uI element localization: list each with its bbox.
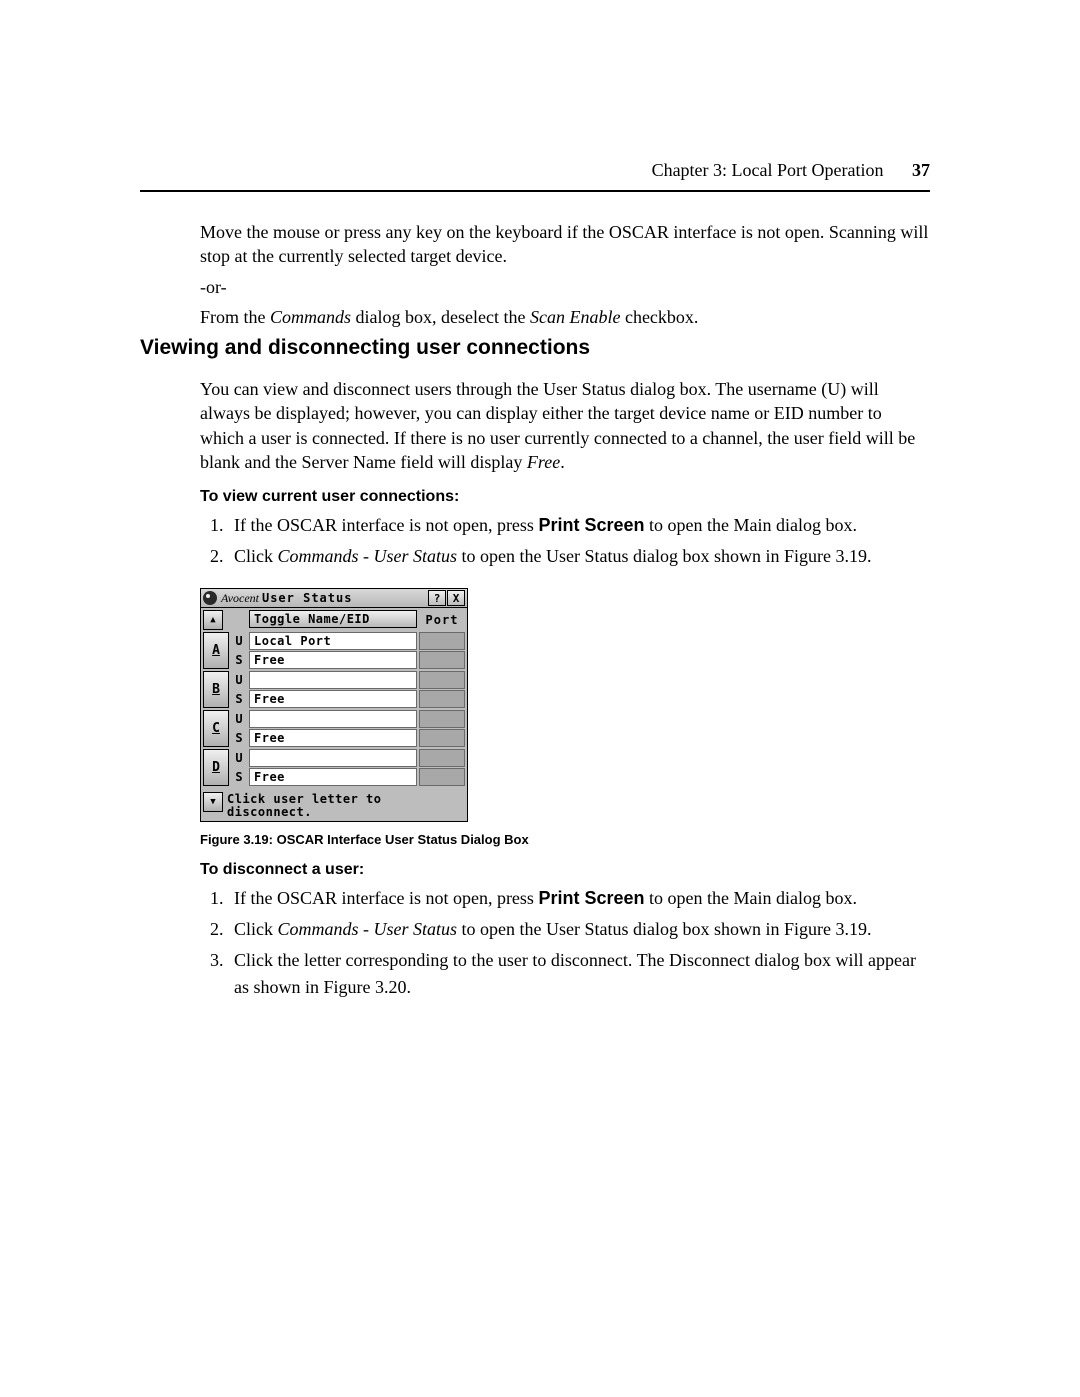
server-field-c: Free (249, 729, 417, 747)
step-view-1: If the OSCAR interface is not open, pres… (228, 512, 930, 539)
port-field-a-u (419, 632, 465, 650)
para-intro: You can view and disconnect users throug… (200, 377, 930, 474)
toggle-name-eid-button[interactable]: Toggle Name/EID (249, 610, 417, 628)
server-field-a: Free (249, 651, 417, 669)
para-cancel-scan-2: From the Commands dialog box, deselect t… (200, 305, 930, 329)
scroll-down-icon[interactable]: ▼ (203, 792, 223, 812)
running-header: Chapter 3: Local Port Operation 37 (652, 160, 930, 181)
oscar-entry-c: C U S Free (203, 710, 465, 747)
oscar-titlebar: Avocent User Status ? X (200, 588, 468, 608)
user-letter-button-d[interactable]: D (203, 749, 229, 786)
port-field-a-s (419, 651, 465, 669)
step-disc-3: Click the letter corresponding to the us… (228, 947, 930, 1001)
oscar-entry-d: D U S Free (203, 749, 465, 786)
content-column: Move the mouse or press any key on the k… (200, 220, 930, 1011)
subheading-disconnect: To disconnect a user: (200, 861, 930, 879)
steps-view: If the OSCAR interface is not open, pres… (200, 512, 930, 570)
user-letter-button-c[interactable]: C (203, 710, 229, 747)
header-rule (140, 190, 930, 192)
step-disc-1: If the OSCAR interface is not open, pres… (228, 885, 930, 912)
server-field-b: Free (249, 690, 417, 708)
oscar-title: User Status (262, 591, 352, 605)
figure-caption: Figure 3.19: OSCAR Interface User Status… (200, 832, 930, 847)
subheading-view: To view current user connections: (200, 488, 930, 506)
user-field-a: Local Port (249, 632, 417, 650)
step-disc-2: Click Commands - User Status to open the… (228, 916, 930, 943)
oscar-body: ▲ Toggle Name/EID Port A U Local Port S … (200, 608, 468, 821)
step-view-2: Click Commands - User Status to open the… (228, 543, 930, 570)
user-field-d (249, 749, 417, 767)
oscar-entry-b: B U S Free (203, 671, 465, 708)
oscar-user-status-dialog: Avocent User Status ? X ▲ Toggle Name/EI… (200, 588, 468, 821)
oscar-header-row: ▲ Toggle Name/EID Port (201, 608, 467, 632)
avocent-logo-icon (203, 591, 217, 605)
page-number: 37 (912, 160, 930, 180)
user-letter-button-b[interactable]: B (203, 671, 229, 708)
oscar-rows: A U Local Port S Free B U S F (201, 632, 467, 790)
oscar-entry-a: A U Local Port S Free (203, 632, 465, 669)
oscar-help-text: Click user letter to disconnect. (225, 792, 382, 818)
u-label: U (231, 632, 247, 650)
s-label: S (231, 651, 247, 669)
oscar-brand: Avocent (221, 591, 259, 606)
port-header: Port (419, 610, 465, 630)
para-cancel-scan-1: Move the mouse or press any key on the k… (200, 220, 930, 269)
user-field-b (249, 671, 417, 689)
steps-disconnect: If the OSCAR interface is not open, pres… (200, 885, 930, 1001)
oscar-footer: ▼ Click user letter to disconnect. (201, 790, 467, 820)
scroll-up-icon[interactable]: ▲ (203, 610, 223, 630)
h2-spacer (200, 335, 930, 377)
close-button[interactable]: X (447, 590, 465, 606)
user-field-c (249, 710, 417, 728)
chapter-line: Chapter 3: Local Port Operation (652, 160, 884, 180)
para-or: -or- (200, 275, 930, 299)
page: Chapter 3: Local Port Operation 37 Viewi… (0, 0, 1080, 1397)
help-button[interactable]: ? (428, 590, 446, 606)
server-field-d: Free (249, 768, 417, 786)
user-letter-button-a[interactable]: A (203, 632, 229, 669)
